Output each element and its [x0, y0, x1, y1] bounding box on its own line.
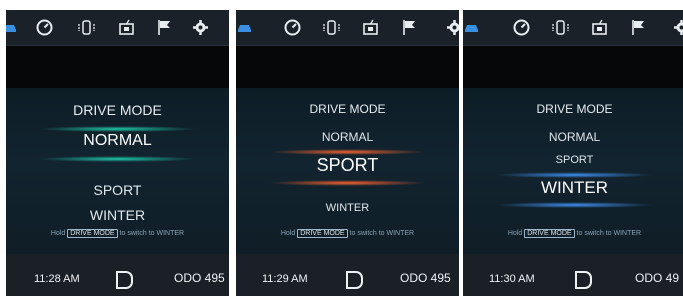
odometer: ODO 495 — [400, 271, 451, 285]
hint-text: Hold DRIVE MODE to switch to WINTER — [6, 229, 229, 238]
selection-glow-bottom — [269, 180, 426, 186]
speedometer-icon[interactable] — [36, 19, 53, 36]
hint-prefix: Hold — [280, 230, 296, 237]
car-icon[interactable] — [236, 19, 253, 36]
gear-indicator: D — [116, 271, 133, 289]
top-toolbar — [463, 10, 683, 46]
drive-mode-title: DRIVE MODE — [309, 102, 386, 116]
dark-band — [6, 46, 229, 88]
seat-icon[interactable] — [552, 19, 569, 36]
drive-mode-screen-normal: DRIVE MODE NORMAL SPORT WINTER Hold DRIV… — [6, 10, 229, 296]
option-winter[interactable]: WINTER — [236, 202, 459, 214]
top-toolbar — [6, 10, 229, 46]
car-icon[interactable] — [6, 19, 18, 36]
car-icon[interactable] — [463, 19, 480, 36]
option-sport[interactable]: SPORT — [236, 155, 459, 176]
selection-glow-bottom — [496, 202, 653, 208]
gear-icon[interactable] — [673, 19, 683, 36]
drive-mode-menu: DRIVE MODE NORMAL SPORT WINTER Hold DRIV… — [6, 88, 229, 254]
odometer: ODO 495 — [174, 271, 225, 285]
drive-mode-screen-sport: DRIVE MODE NORMAL SPORT WINTER Hold DRIV… — [236, 10, 459, 296]
flag-icon[interactable] — [630, 19, 647, 36]
hint-prefix: Hold — [507, 230, 523, 237]
gear-icon[interactable] — [446, 19, 459, 36]
drive-mode-title: DRIVE MODE — [73, 102, 162, 118]
odometer: ODO 49 — [635, 271, 680, 285]
option-winter[interactable]: WINTER — [463, 178, 683, 198]
option-normal[interactable]: NORMAL — [463, 130, 683, 144]
drive-mode-key-label: DRIVE MODE — [67, 229, 118, 238]
drive-mode-key-label: DRIVE MODE — [524, 229, 575, 238]
hint-suffix: to switch to WINTER — [119, 230, 185, 237]
hint-suffix: to switch to WINTER — [576, 230, 642, 237]
hint-text: Hold DRIVE MODE to switch to WINTER — [463, 229, 683, 238]
selection-glow-bottom — [39, 156, 196, 162]
drive-mode-title: DRIVE MODE — [536, 102, 613, 116]
drive-mode-menu: DRIVE MODE NORMAL SPORT WINTER Hold DRIV… — [236, 88, 459, 254]
status-bar: 11:30 AM D ODO 49 — [463, 254, 683, 296]
status-bar: 11:29 AM D ODO 495 — [236, 254, 459, 296]
clock: 11:29 AM — [262, 273, 308, 285]
gear-indicator: D — [575, 271, 592, 289]
hint-suffix: to switch to WINTER — [349, 230, 415, 237]
gear-icon[interactable] — [192, 19, 209, 36]
camera-icon[interactable] — [362, 19, 379, 36]
flag-icon[interactable] — [401, 19, 418, 36]
clock: 11:30 AM — [489, 273, 535, 285]
top-toolbar — [236, 10, 459, 46]
option-normal[interactable]: NORMAL — [6, 132, 229, 150]
seat-icon[interactable] — [78, 19, 95, 36]
flag-icon[interactable] — [156, 19, 173, 36]
clock: 11:28 AM — [34, 273, 80, 285]
drive-mode-menu: DRIVE MODE NORMAL SPORT WINTER Hold DRIV… — [463, 88, 683, 254]
camera-icon[interactable] — [118, 19, 135, 36]
drive-mode-screen-winter: DRIVE MODE NORMAL SPORT WINTER Hold DRIV… — [463, 10, 683, 296]
hint-text: Hold DRIVE MODE to switch to WINTER — [236, 229, 459, 238]
speedometer-icon[interactable] — [513, 19, 530, 36]
gear-indicator: D — [346, 271, 363, 289]
option-winter[interactable]: WINTER — [6, 207, 229, 223]
option-normal[interactable]: NORMAL — [236, 130, 459, 144]
status-bar: 11:28 AM D ODO 495 — [6, 254, 229, 296]
dark-band — [463, 46, 683, 88]
dark-band — [236, 46, 459, 88]
camera-icon[interactable] — [591, 19, 608, 36]
speedometer-icon[interactable] — [284, 19, 301, 36]
hint-prefix: Hold — [50, 230, 66, 237]
option-sport[interactable]: SPORT — [463, 154, 683, 166]
option-sport[interactable]: SPORT — [6, 182, 229, 198]
drive-mode-key-label: DRIVE MODE — [297, 229, 348, 238]
seat-icon[interactable] — [323, 19, 340, 36]
